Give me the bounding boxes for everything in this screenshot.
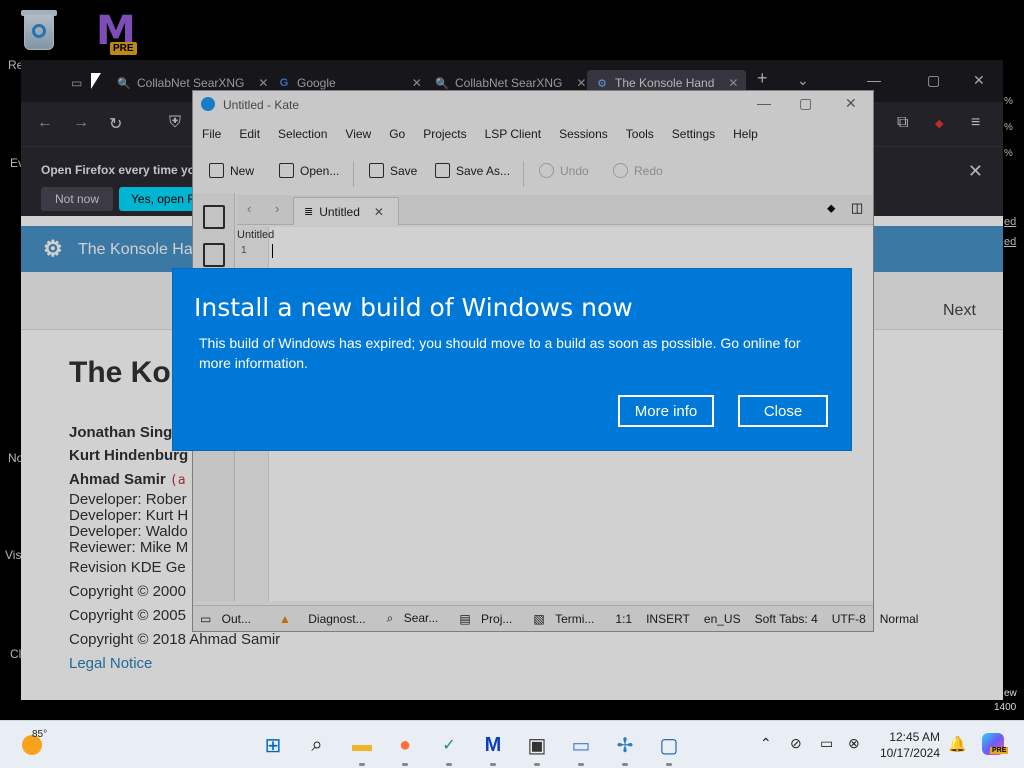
display-icon[interactable]: ▭ (820, 735, 833, 752)
time: 12:45 AM (889, 730, 940, 744)
dialog-title: Install a new build of Windows now (194, 293, 633, 322)
notification-bell-icon[interactable]: 🔔 (948, 735, 967, 753)
more-info-button[interactable]: More info (618, 395, 714, 427)
date: 10/17/2024 (879, 746, 940, 760)
windows-expired-dialog: Install a new build of Windows now This … (172, 268, 852, 451)
pre-badge: PRE (990, 747, 1009, 754)
firefox-icon[interactable]: ● (393, 733, 417, 757)
terminal-icon[interactable]: ▣ (525, 733, 549, 757)
volume-icon[interactable]: ⊗ (848, 735, 860, 752)
file-explorer-icon[interactable]: ▬ (350, 733, 374, 757)
start-icon[interactable]: ⊞ (261, 733, 285, 757)
network-app-icon[interactable]: ✢ (613, 733, 637, 757)
search-icon[interactable]: ⌕ (305, 733, 329, 757)
network-icon[interactable]: ⊘ (790, 735, 802, 752)
dialog-message: This build of Windows has expired; you s… (199, 335, 801, 371)
close-button[interactable]: Close (738, 395, 828, 427)
clock[interactable]: 12:45 AM 10/17/2024 (876, 729, 940, 761)
taskbar: 85° ⊞ ⌕ ▬ ● ✓ M ▣ ▭ ✢ ▢ ⌃ ⊘ ▭ ⊗ 12:45 AM… (0, 720, 1024, 768)
folder-icon[interactable]: ▭ (569, 733, 593, 757)
temperature: 85° (32, 729, 48, 740)
malwarebytes-icon[interactable]: M (481, 733, 505, 757)
window-app-icon[interactable]: ▢ (657, 733, 681, 757)
chevron-up-icon[interactable]: ⌃ (760, 735, 772, 752)
edge-text: 1400 (994, 702, 1017, 713)
kate-taskbar-icon[interactable]: ✓ (437, 733, 461, 757)
edge-text: ew (1004, 688, 1017, 699)
mouse-cursor (91, 73, 101, 89)
